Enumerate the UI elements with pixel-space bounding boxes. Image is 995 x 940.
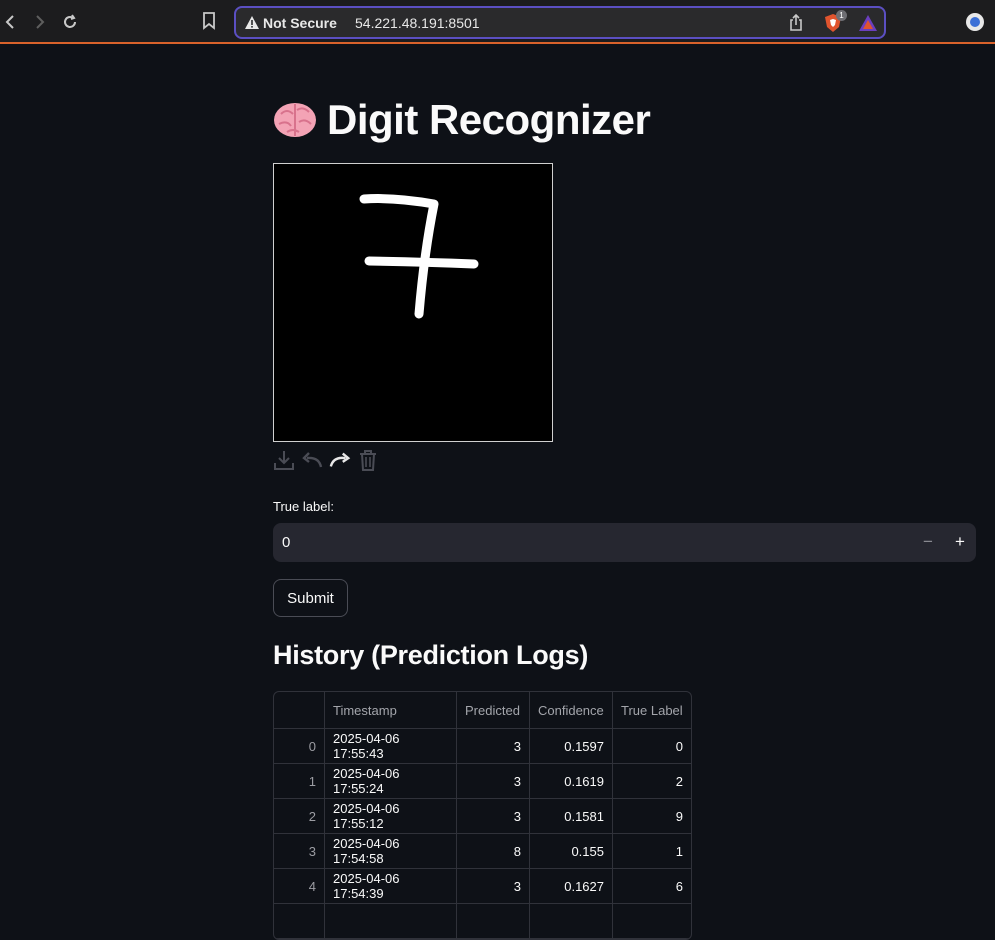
true-label-cell[interactable]: 2 xyxy=(613,764,691,798)
true-label-cell[interactable]: 1 xyxy=(613,834,691,868)
table-row: 1 2025-04-06 17:55:24 3 0.1619 2 xyxy=(274,764,691,799)
true-label-number-input: − + xyxy=(273,523,976,562)
submit-button[interactable]: Submit xyxy=(273,579,348,617)
row-index: 4 xyxy=(274,869,325,903)
column-header-confidence[interactable]: Confidence xyxy=(530,692,613,728)
forward-button[interactable] xyxy=(30,10,50,34)
confidence-cell[interactable]: 0.1581 xyxy=(530,799,613,833)
timestamp-cell[interactable]: 2025-04-06 17:55:43 xyxy=(325,729,457,763)
warning-icon xyxy=(245,16,259,29)
table-row: 0 2025-04-06 17:55:43 3 0.1597 0 xyxy=(274,729,691,764)
trash-icon xyxy=(360,450,376,471)
browser-toolbar: Not Secure 54.221.48.191:8501 1 xyxy=(0,0,995,44)
undo-button[interactable] xyxy=(301,448,323,472)
share-icon[interactable] xyxy=(789,14,803,32)
trash-button[interactable] xyxy=(357,448,379,472)
redo-icon xyxy=(329,452,351,467)
rewards-icon[interactable] xyxy=(858,14,878,32)
bookmark-button[interactable] xyxy=(202,12,216,35)
chevron-right-icon xyxy=(36,15,45,29)
bookmark-icon xyxy=(203,12,215,30)
redo-button[interactable] xyxy=(329,448,351,472)
canvas-toolbar xyxy=(273,448,379,472)
true-label-cell[interactable]: 6 xyxy=(613,869,691,903)
column-header-timestamp[interactable]: Timestamp xyxy=(325,692,457,728)
decrement-button[interactable]: − xyxy=(916,531,940,555)
history-table[interactable]: Timestamp Predicted Confidence True Labe… xyxy=(273,691,692,940)
back-button[interactable] xyxy=(0,10,20,34)
true-label-cell[interactable]: 9 xyxy=(613,799,691,833)
predicted-cell[interactable]: 8 xyxy=(457,834,530,868)
undo-icon xyxy=(302,452,323,468)
row-index: 0 xyxy=(274,729,325,763)
brain-emoji-icon xyxy=(274,103,316,137)
timestamp-cell[interactable]: 2025-04-06 17:54:39 xyxy=(325,869,457,903)
history-heading: History (Prediction Logs) xyxy=(273,640,589,670)
security-status[interactable]: Not Secure xyxy=(263,15,337,31)
true-label-field[interactable] xyxy=(273,523,903,562)
confidence-cell[interactable]: 0.1619 xyxy=(530,764,613,798)
true-label-label: True label: xyxy=(273,499,334,514)
predicted-cell[interactable]: 3 xyxy=(457,764,530,798)
timestamp-cell[interactable]: 2025-04-06 17:54:58 xyxy=(325,834,457,868)
drawing-canvas[interactable] xyxy=(273,163,553,442)
predicted-cell[interactable]: 3 xyxy=(457,869,530,903)
chevron-left-icon xyxy=(5,15,14,29)
timestamp-cell[interactable]: 2025-04-06 17:55:12 xyxy=(325,799,457,833)
confidence-cell[interactable]: 0.155 xyxy=(530,834,613,868)
confidence-cell[interactable]: 0.1627 xyxy=(530,869,613,903)
shield-count-badge: 1 xyxy=(836,10,847,21)
page-title-text: Digit Recognizer xyxy=(327,96,651,143)
table-header-row: Timestamp Predicted Confidence True Labe… xyxy=(274,692,691,729)
row-index: 1 xyxy=(274,764,325,798)
page-title: Digit Recognizer xyxy=(273,96,651,144)
row-index: 2 xyxy=(274,799,325,833)
reload-button[interactable] xyxy=(60,10,80,34)
timestamp-cell[interactable]: 2025-04-06 17:55:24 xyxy=(325,764,457,798)
true-label-cell[interactable]: 0 xyxy=(613,729,691,763)
download-button[interactable] xyxy=(273,448,295,472)
avatar-icon xyxy=(966,13,984,31)
url-text[interactable]: 54.221.48.191:8501 xyxy=(355,15,480,31)
table-row: 4 2025-04-06 17:54:39 3 0.1627 6 xyxy=(274,869,691,904)
predicted-cell[interactable]: 3 xyxy=(457,729,530,763)
table-row xyxy=(274,904,691,939)
column-header-index[interactable] xyxy=(274,692,325,728)
column-header-true-label[interactable]: True Label xyxy=(613,692,691,728)
profile-button[interactable] xyxy=(965,12,985,37)
reload-icon xyxy=(64,14,76,28)
predicted-cell[interactable]: 3 xyxy=(457,799,530,833)
table-row: 2 2025-04-06 17:55:12 3 0.1581 9 xyxy=(274,799,691,834)
drawn-digit-stroke xyxy=(359,194,479,319)
download-icon xyxy=(274,451,294,470)
confidence-cell[interactable]: 0.1597 xyxy=(530,729,613,763)
address-bar[interactable]: Not Secure 54.221.48.191:8501 1 xyxy=(234,6,886,39)
row-index: 3 xyxy=(274,834,325,868)
column-header-predicted[interactable]: Predicted xyxy=(457,692,530,728)
table-row: 3 2025-04-06 17:54:58 8 0.155 1 xyxy=(274,834,691,869)
increment-button[interactable]: + xyxy=(948,531,972,555)
